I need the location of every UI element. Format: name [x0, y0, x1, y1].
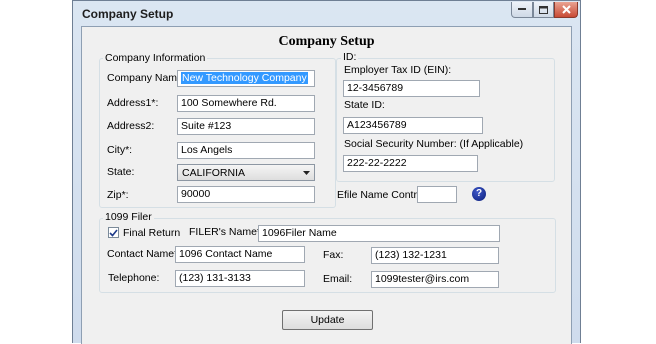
fax-field[interactable]: (123) 132-1231 [371, 247, 499, 264]
window-title: Company Setup [82, 7, 174, 21]
page-title: Company Setup [278, 34, 375, 49]
address1-label: Address1*: [107, 97, 159, 109]
ein-label: Employer Tax ID (EIN): [344, 64, 452, 76]
maximize-icon [539, 5, 548, 14]
filer-name-label: FILER's Name*: [189, 226, 264, 238]
chevron-down-icon [303, 171, 310, 175]
company-information-label: Company Information [103, 52, 208, 64]
efile-name-control-field[interactable] [417, 186, 457, 203]
contact-name-label: Contact Name*: [107, 248, 182, 260]
state-id-field[interactable]: A123456789 [343, 117, 483, 134]
zip-field[interactable]: 90000 [177, 186, 315, 203]
ssn-label: Social Security Number: (If Applicable) [344, 138, 524, 150]
filer-name-field[interactable]: 1096Filer Name [258, 225, 500, 242]
id-group-label: ID: [341, 51, 359, 63]
ein-field[interactable]: 12-3456789 [343, 80, 480, 97]
help-icon[interactable]: ? [472, 187, 486, 201]
minimize-button[interactable] [511, 2, 533, 18]
address2-field[interactable]: Suite #123 [177, 118, 315, 135]
contact-name-field[interactable]: 1096 Contact Name [175, 246, 305, 263]
ssn-field[interactable]: 222-22-2222 [343, 155, 478, 172]
email-label: Email: [323, 273, 353, 285]
city-label: City*: [107, 144, 133, 156]
filer-group-label: 1099 Filer [103, 211, 154, 223]
address1-field[interactable]: 100 Somewhere Rd. [177, 95, 315, 112]
maximize-button[interactable] [533, 2, 554, 18]
state-dropdown[interactable]: CALIFORNIA [177, 164, 315, 181]
email-field[interactable]: 1099tester@irs.com [371, 271, 499, 288]
final-return-checkbox[interactable] [108, 227, 119, 238]
close-icon [561, 5, 571, 14]
efile-name-control-label: Efile Name Control: [337, 189, 429, 201]
city-field[interactable]: Los Angels [177, 142, 315, 159]
company-name-field[interactable]: New Technology Company [177, 70, 315, 87]
form-area: Company Setup Company Information Compan… [81, 26, 572, 344]
close-button[interactable] [554, 2, 578, 18]
company-setup-window: Company Setup Company Setup Company Info… [72, 0, 581, 344]
telephone-label: Telephone: [108, 272, 160, 284]
telephone-field[interactable]: (123) 131-3133 [175, 270, 305, 287]
checkmark-icon [109, 228, 118, 237]
address2-label: Address2: [107, 120, 155, 132]
state-id-label: State ID: [344, 99, 385, 111]
final-return-label: Final Return [123, 227, 181, 239]
fax-label: Fax: [323, 249, 344, 261]
zip-label: Zip*: [107, 189, 129, 201]
minimize-icon [518, 8, 526, 10]
state-dropdown-value: CALIFORNIA [182, 167, 246, 179]
update-button[interactable]: Update [282, 310, 373, 330]
state-label: State: [107, 166, 135, 178]
